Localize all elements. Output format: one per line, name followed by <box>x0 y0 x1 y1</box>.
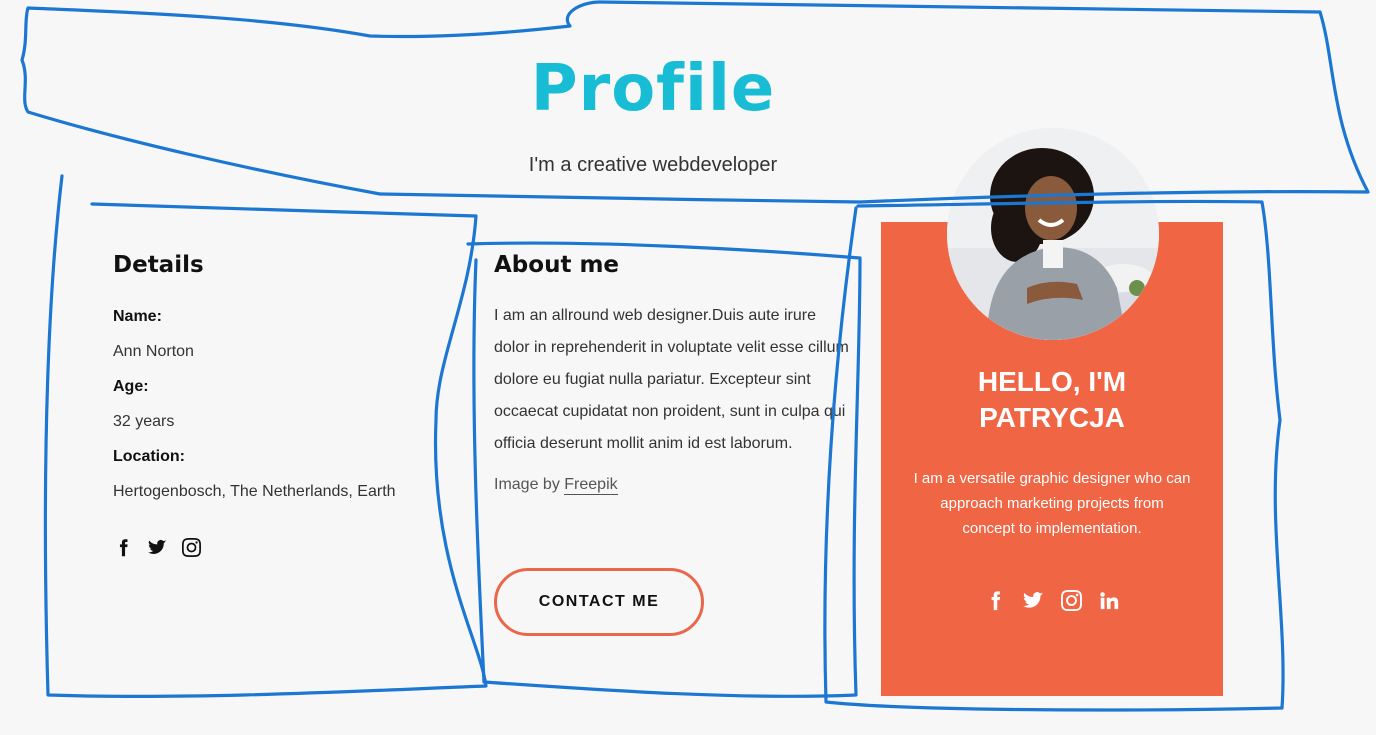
about-text: I am an allround web designer.Duis aute … <box>494 307 849 452</box>
image-credit-prefix: Image by <box>494 476 565 493</box>
card-title-line2: PATRYCJA <box>979 402 1125 433</box>
profile-avatar <box>947 128 1159 340</box>
location-label: Location: <box>113 448 185 465</box>
facebook-icon[interactable] <box>113 537 133 557</box>
page-title: Profile <box>530 52 776 126</box>
twitter-icon[interactable] <box>1022 588 1044 612</box>
name-value: Ann Norton <box>113 343 194 360</box>
linkedin-icon[interactable] <box>1098 588 1120 612</box>
image-credit: Image by Freepik <box>494 476 854 495</box>
details-social-links <box>113 537 443 557</box>
profile-page: Profile I'm a creative webdeveloper Deta… <box>0 0 1376 735</box>
about-section: About me I am an allround web designer.D… <box>494 252 854 495</box>
contact-me-button[interactable]: CONTACT ME <box>494 568 704 636</box>
instagram-icon[interactable] <box>181 537 201 557</box>
about-heading: About me <box>494 252 620 278</box>
instagram-icon[interactable] <box>1060 588 1082 612</box>
details-section: Details Name: Ann Norton Age: 32 years L… <box>113 252 443 557</box>
freepik-link[interactable]: Freepik <box>564 476 618 495</box>
card-title-line1: HELLO, I'M <box>977 366 1127 397</box>
age-value: 32 years <box>113 413 175 430</box>
card-social-links <box>881 588 1223 612</box>
facebook-icon[interactable] <box>984 588 1006 612</box>
avatar-photo <box>947 128 1159 340</box>
name-label: Name: <box>113 308 162 325</box>
age-label: Age: <box>113 378 149 395</box>
details-heading: Details <box>113 252 204 278</box>
location-value: Hertogenbosch, The Netherlands, Earth <box>113 483 396 500</box>
twitter-icon[interactable] <box>147 537 167 557</box>
card-description: I am a versatile graphic designer who ca… <box>913 470 1191 537</box>
card-title: HELLO, I'M PATRYCJA <box>881 364 1223 436</box>
